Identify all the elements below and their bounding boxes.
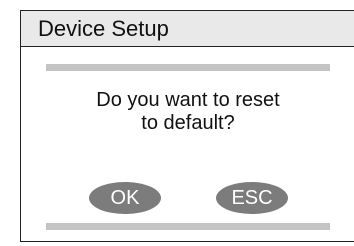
dialog-message-line-2: to default? [141,112,235,134]
esc-button[interactable]: ESC [216,182,288,214]
dialog-message: Do you want to reset to default? [46,89,330,135]
reset-confirm-dialog: Do you want to reset to default? OK ESC [46,64,330,230]
title-bar: Device Setup [21,11,354,47]
window-title: Device Setup [38,16,169,41]
ok-button[interactable]: OK [89,182,161,214]
dialog-message-line-1: Do you want to reset [96,89,280,111]
device-screen: Device Setup Do you want to reset to def… [20,10,354,242]
